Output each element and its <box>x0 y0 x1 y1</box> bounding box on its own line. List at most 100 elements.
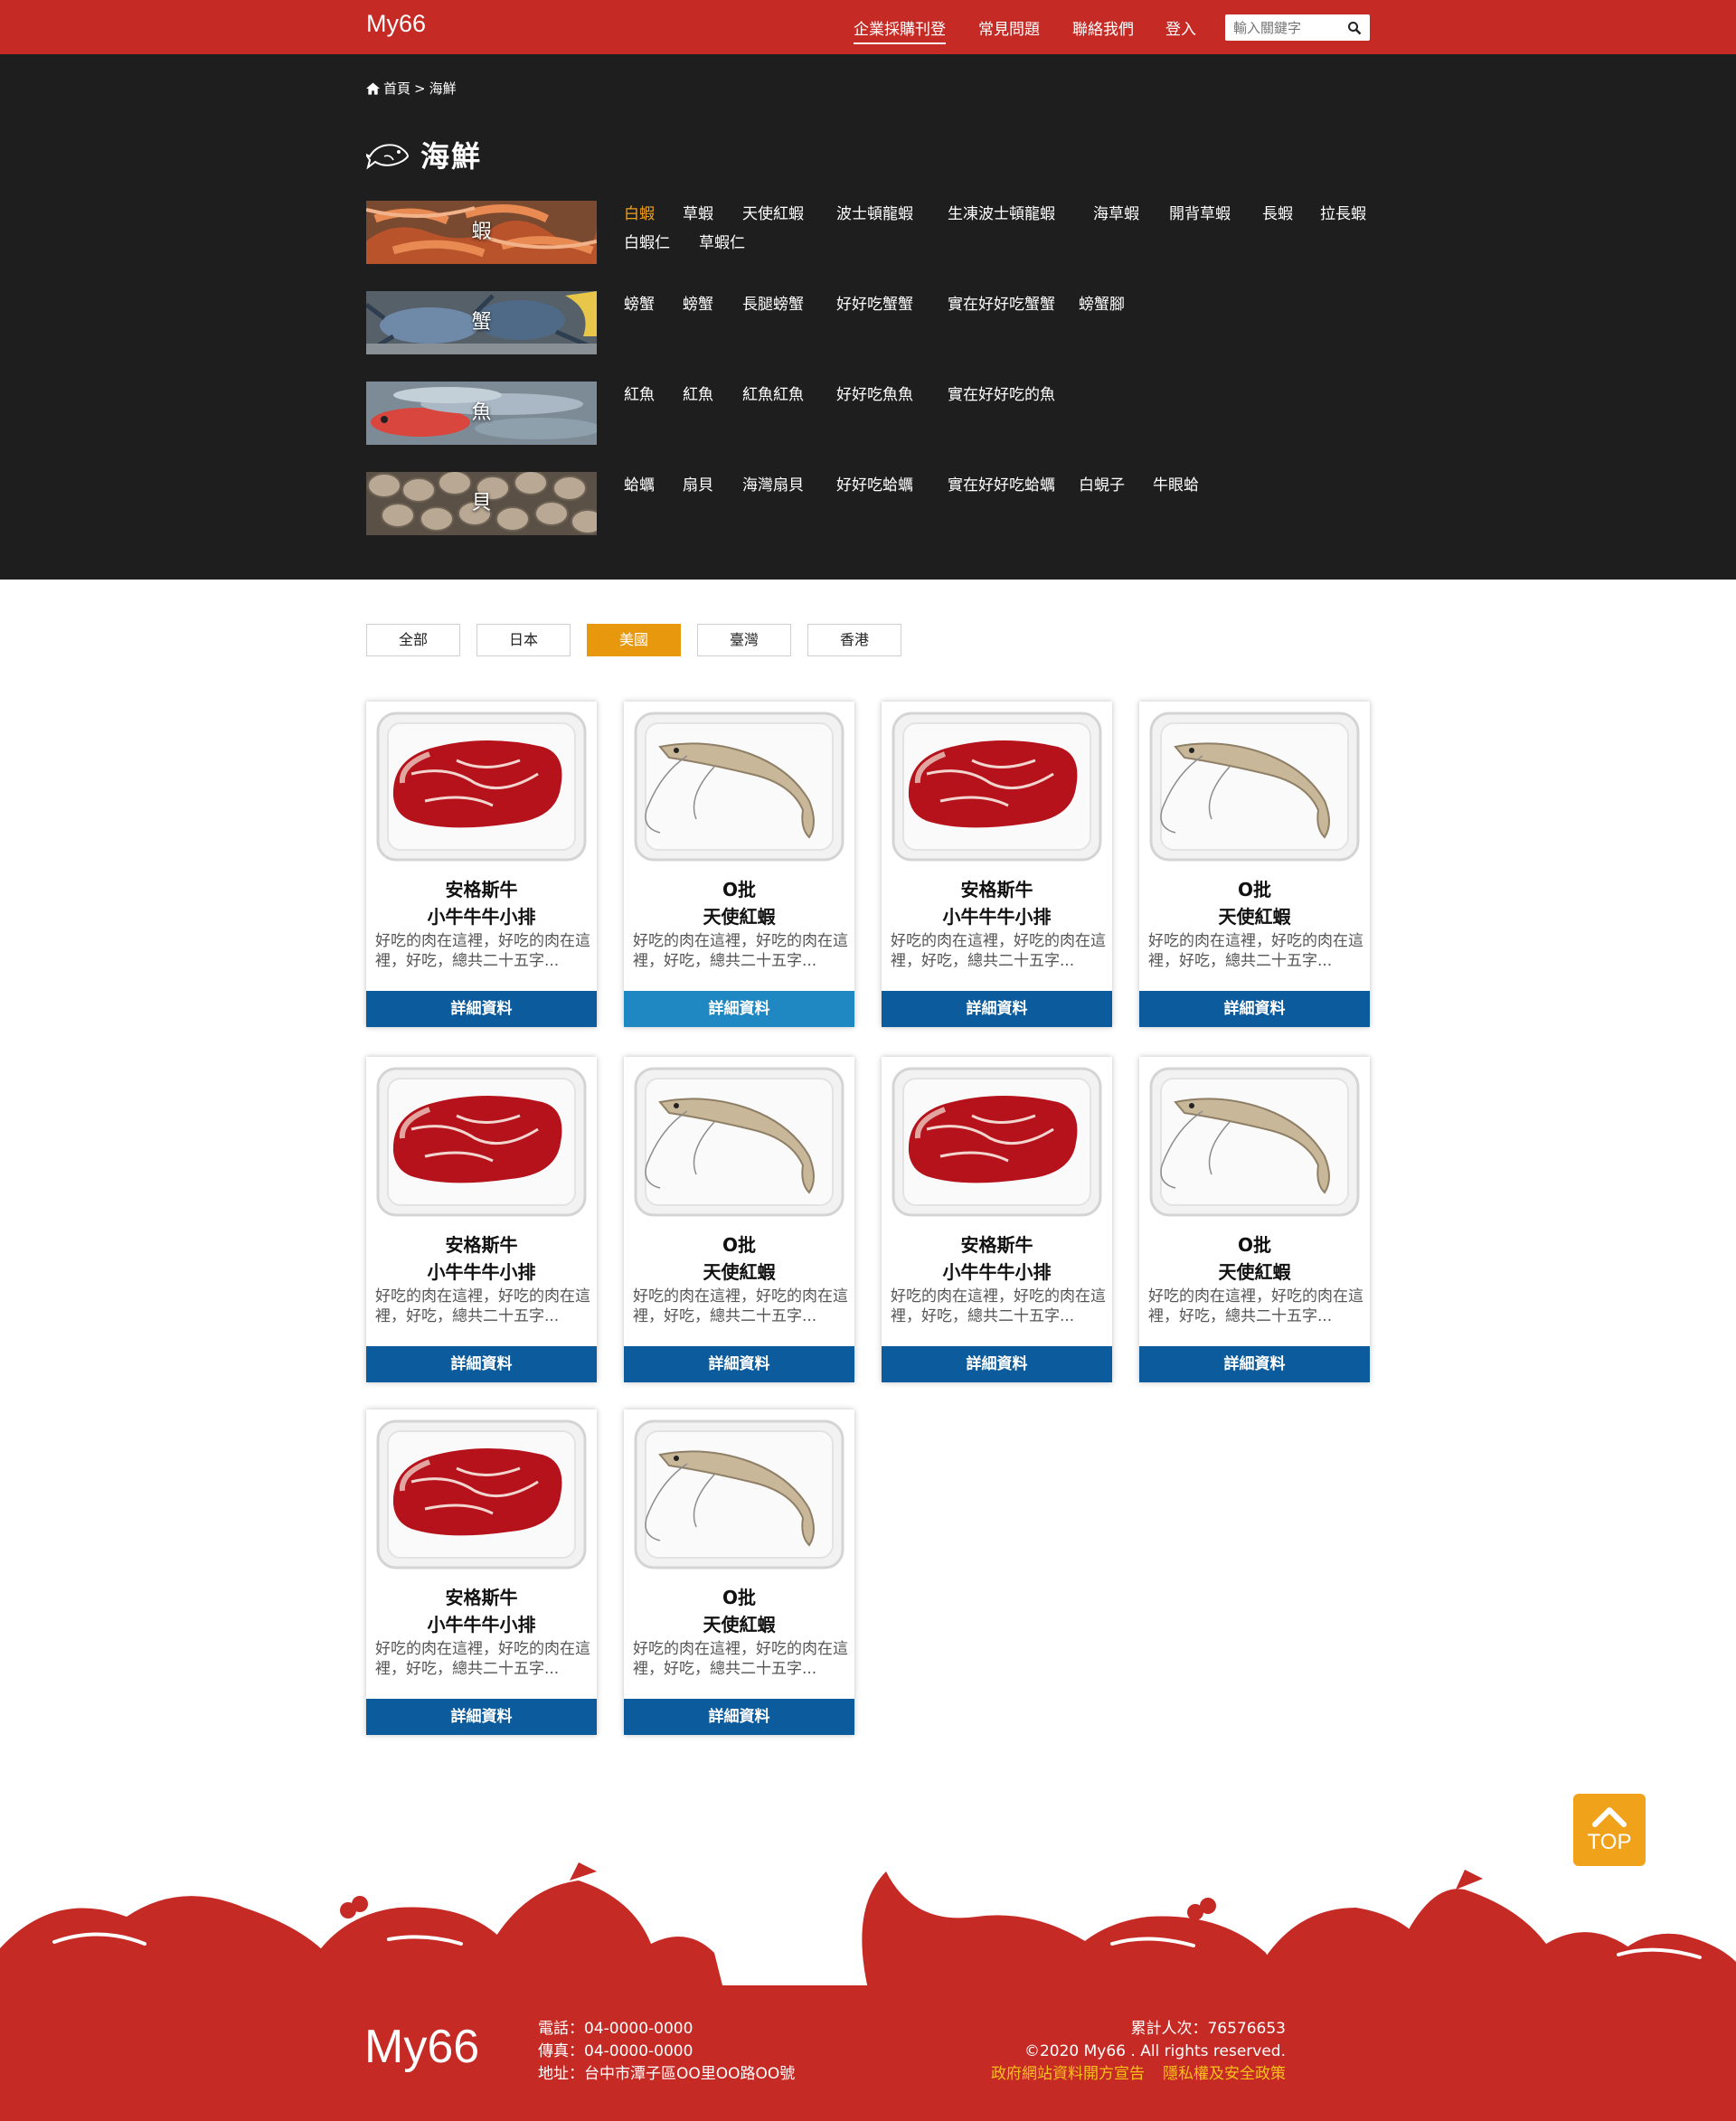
beef-steak-image[interactable] <box>375 711 588 863</box>
filter-tab-taiwan[interactable]: 臺灣 <box>697 624 791 656</box>
category-link[interactable]: 好好吃蛤蠣 <box>836 472 913 495</box>
detail-button[interactable]: 詳細資料 <box>624 1346 854 1382</box>
breadcrumb-home[interactable]: 首頁 <box>383 79 410 98</box>
detail-button[interactable]: 詳細資料 <box>882 1346 1112 1382</box>
product-name-line1: 安格斯牛 <box>960 1234 1033 1256</box>
footer-link-privacy[interactable]: 隱私權及安全政策 <box>1163 2065 1286 2083</box>
detail-button[interactable]: 詳細資料 <box>882 991 1112 1027</box>
category-link[interactable]: 海草蝦 <box>1093 201 1139 223</box>
category-link[interactable]: 波士頓龍蝦 <box>836 201 913 223</box>
category-link[interactable]: 草蝦 <box>683 201 713 223</box>
footer-meta: 累計人次：76576653 ©2020 My66 . All rights re… <box>973 2018 1286 2086</box>
category-link[interactable]: 白蝦 <box>624 201 655 223</box>
product-name-line2: 天使紅蝦 <box>1218 906 1291 928</box>
category-link[interactable]: 螃蟹腳 <box>1079 291 1125 314</box>
product-card[interactable]: 安格斯牛 小牛牛牛小排 好吃的肉在這裡，好吃的肉在這裡，好吃，總共二十五字...… <box>882 1057 1112 1382</box>
category-link[interactable]: 實在好好吃蛤蠣 <box>948 472 1055 495</box>
product-name-line1: 安格斯牛 <box>445 1234 518 1256</box>
footer-visitor-count: 累計人次：76576653 <box>1130 2020 1286 2038</box>
category-link[interactable]: 拉長蝦 <box>1320 201 1366 223</box>
detail-button[interactable]: 詳細資料 <box>1139 991 1370 1027</box>
detail-button[interactable]: 詳細資料 <box>1139 1346 1370 1382</box>
product-card[interactable]: 安格斯牛 小牛牛牛小排 好吃的肉在這裡，好吃的肉在這裡，好吃，總共二十五字...… <box>366 702 597 1027</box>
beef-steak-image[interactable] <box>891 711 1103 863</box>
category-label-shellfish: 貝 <box>471 492 492 514</box>
breadcrumb-current: 海鮮 <box>429 80 457 97</box>
detail-button[interactable]: 詳細資料 <box>366 1346 597 1382</box>
beef-steak-image[interactable] <box>375 1066 588 1218</box>
category-link[interactable]: 紅魚 <box>683 382 713 404</box>
nav-faq[interactable]: 常見問題 <box>978 16 1040 39</box>
product-card[interactable]: 安格斯牛 小牛牛牛小排 好吃的肉在這裡，好吃的肉在這裡，好吃，總共二十五字...… <box>882 702 1112 1027</box>
category-link[interactable]: 生凍波士頓龍蝦 <box>948 201 1055 223</box>
category-link[interactable]: 好好吃魚魚 <box>836 382 913 404</box>
product-description: 好吃的肉在這裡，好吃的肉在這裡，好吃，總共二十五字... <box>375 932 590 970</box>
filter-tab-hongkong[interactable]: 香港 <box>807 624 901 656</box>
category-thumb-shellfish[interactable]: 貝 <box>366 472 597 535</box>
search-box <box>1225 14 1370 41</box>
filter-tab-usa[interactable]: 美國 <box>587 624 681 656</box>
product-card[interactable]: O批 天使紅蝦 好吃的肉在這裡，好吃的肉在這裡，好吃，總共二十五字... 詳細資… <box>624 1057 854 1382</box>
product-card[interactable]: O批 天使紅蝦 好吃的肉在這裡，好吃的肉在這裡，好吃，總共二十五字... 詳細資… <box>624 1409 854 1735</box>
category-label-fish: 魚 <box>471 401 492 424</box>
shrimp-image[interactable] <box>1148 711 1361 863</box>
category-link[interactable]: 紅魚 <box>624 382 655 404</box>
footer-logo[interactable]: My66 <box>364 2020 479 2074</box>
product-name-line2: 天使紅蝦 <box>1218 1261 1291 1283</box>
category-link[interactable]: 實在好好吃蟹蟹 <box>948 291 1055 314</box>
footer-links: 政府網站資料開方宣告 隱私權及安全政策 <box>973 2063 1286 2086</box>
shrimp-image[interactable] <box>633 1066 845 1218</box>
category-link[interactable]: 草蝦仁 <box>699 230 745 252</box>
beef-steak-image[interactable] <box>891 1066 1103 1218</box>
category-link[interactable]: 紅魚紅魚 <box>742 382 804 404</box>
search-input[interactable] <box>1225 14 1339 41</box>
site-logo[interactable]: My66 <box>366 10 426 38</box>
category-link[interactable]: 扇貝 <box>683 472 713 495</box>
search-icon[interactable] <box>1347 21 1362 35</box>
product-card[interactable]: 安格斯牛 小牛牛牛小排 好吃的肉在這裡，好吃的肉在這裡，好吃，總共二十五字...… <box>366 1057 597 1382</box>
nav-login[interactable]: 登入 <box>1165 16 1196 39</box>
category-label-shrimp: 蝦 <box>471 221 492 243</box>
product-card[interactable]: 安格斯牛 小牛牛牛小排 好吃的肉在這裡，好吃的肉在這裡，好吃，總共二十五字...… <box>366 1409 597 1735</box>
category-link[interactable]: 螃蟹 <box>683 291 713 314</box>
category-link[interactable]: 開背草蝦 <box>1169 201 1231 223</box>
product-card[interactable]: O批 天使紅蝦 好吃的肉在這裡，好吃的肉在這裡，好吃，總共二十五字... 詳細資… <box>1139 1057 1370 1382</box>
category-link[interactable]: 白蝦仁 <box>624 230 670 252</box>
breadcrumb: 首頁 > 海鮮 <box>366 79 457 98</box>
category-thumb-fish[interactable]: 魚 <box>366 382 597 445</box>
category-link[interactable]: 牛眼蛤 <box>1153 472 1199 495</box>
category-link[interactable]: 蛤蠣 <box>624 472 655 495</box>
category-link[interactable]: 好好吃蟹蟹 <box>836 291 913 314</box>
filter-tab-japan[interactable]: 日本 <box>476 624 571 656</box>
product-card[interactable]: O批 天使紅蝦 好吃的肉在這裡，好吃的肉在這裡，好吃，總共二十五字... 詳細資… <box>624 702 854 1027</box>
nav-procurement[interactable]: 企業採購刊登 <box>854 16 946 44</box>
detail-button[interactable]: 詳細資料 <box>624 991 854 1027</box>
product-name-line2: 小牛牛牛小排 <box>942 906 1052 928</box>
category-link[interactable]: 螃蟹 <box>624 291 655 314</box>
product-card[interactable]: O批 天使紅蝦 好吃的肉在這裡，好吃的肉在這裡，好吃，總共二十五字... 詳細資… <box>1139 702 1370 1027</box>
category-link[interactable]: 天使紅蝦 <box>742 201 804 223</box>
footer-link-open-data[interactable]: 政府網站資料開方宣告 <box>991 2065 1145 2083</box>
shrimp-image[interactable] <box>633 711 845 863</box>
nav-contact[interactable]: 聯絡我們 <box>1072 16 1134 39</box>
category-link[interactable]: 實在好好吃的魚 <box>948 382 1055 404</box>
product-name-line2: 小牛牛牛小排 <box>942 1261 1052 1283</box>
category-thumb-crab[interactable]: 蟹 <box>366 291 597 354</box>
category-thumb-shrimp[interactable]: 蝦 <box>366 201 597 264</box>
shrimp-image[interactable] <box>633 1419 845 1570</box>
beef-steak-image[interactable] <box>375 1419 588 1570</box>
product-description: 好吃的肉在這裡，好吃的肉在這裡，好吃，總共二十五字... <box>1148 1287 1363 1325</box>
detail-button[interactable]: 詳細資料 <box>366 1699 597 1735</box>
detail-button[interactable]: 詳細資料 <box>624 1699 854 1735</box>
product-description: 好吃的肉在這裡，好吃的肉在這裡，好吃，總共二十五字... <box>633 1287 848 1325</box>
category-link[interactable]: 海灣扇貝 <box>742 472 804 495</box>
detail-button[interactable]: 詳細資料 <box>366 991 597 1027</box>
category-link[interactable]: 白蜆子 <box>1079 472 1125 495</box>
shrimp-image[interactable] <box>1148 1066 1361 1218</box>
product-name-line2: 小牛牛牛小排 <box>427 1614 536 1636</box>
category-link[interactable]: 長腿螃蟹 <box>742 291 804 314</box>
filter-tab-all[interactable]: 全部 <box>366 624 460 656</box>
category-link[interactable]: 長蝦 <box>1262 201 1293 223</box>
product-name-line1: O批 <box>722 1234 756 1256</box>
product-description: 好吃的肉在這裡，好吃的肉在這裡，好吃，總共二十五字... <box>891 1287 1106 1325</box>
